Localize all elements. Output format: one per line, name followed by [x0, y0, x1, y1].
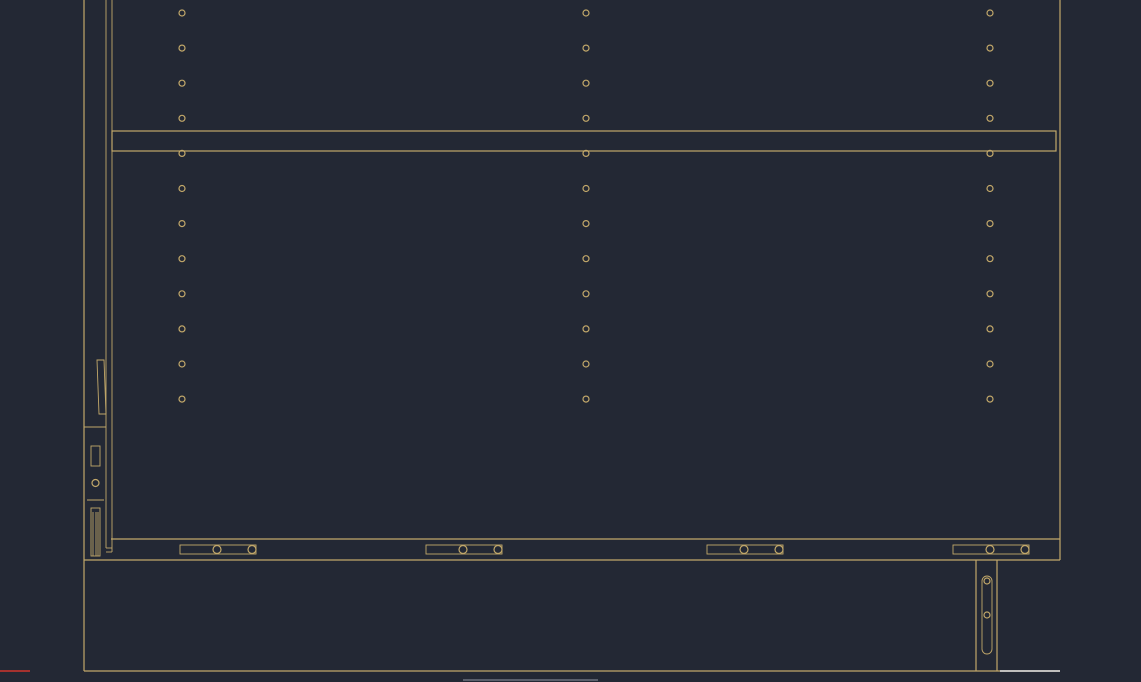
mounting-hole	[582, 395, 590, 403]
hinge-plate	[96, 359, 107, 415]
bracket-slot-end	[247, 544, 257, 555]
bracket-slot-pin	[739, 544, 749, 555]
mounting-hole	[582, 114, 590, 122]
mounting-hole	[178, 255, 186, 263]
geometry-layer	[0, 0, 1061, 681]
mounting-hole	[178, 395, 186, 403]
mounting-hole	[582, 184, 590, 193]
mounting-hole	[986, 360, 994, 368]
mounting-hole	[178, 114, 186, 122]
mounting-hole	[178, 44, 186, 52]
mounting-hole	[178, 184, 186, 193]
bracket-slot-end	[774, 544, 784, 555]
mounting-hole	[582, 220, 590, 228]
mounting-hole	[178, 360, 186, 368]
latch-body	[90, 445, 101, 467]
mounting-hole	[582, 360, 590, 368]
mounting-hole	[582, 290, 590, 298]
bracket-slot-pin	[458, 544, 468, 555]
mounting-hole	[986, 290, 994, 298]
mounting-hole	[986, 255, 994, 263]
bracket-slot	[179, 544, 257, 555]
mounting-hole	[986, 79, 994, 87]
latch-pin	[91, 478, 100, 488]
post-slot-hole-top	[983, 577, 991, 585]
bracket-slot-end	[493, 544, 503, 555]
mounting-hole	[986, 395, 994, 403]
mounting-hole	[582, 255, 590, 263]
mounting-hole	[178, 79, 186, 87]
cad-drawing-viewport[interactable]	[0, 0, 1141, 682]
bracket-slot	[952, 544, 1030, 555]
bracket-slot-end	[1020, 544, 1030, 555]
mounting-hole	[986, 325, 994, 333]
bracket-slot	[425, 544, 503, 555]
mounting-hole	[582, 325, 590, 333]
shelf-bar	[111, 130, 1057, 152]
post-slot-hole-mid	[983, 611, 991, 619]
latch-bolt	[90, 507, 101, 557]
bracket-slot-pin	[212, 544, 222, 555]
mounting-hole	[582, 79, 590, 87]
mounting-hole	[986, 184, 994, 193]
bracket-slot	[706, 544, 784, 555]
mounting-hole	[178, 9, 186, 17]
mounting-hole	[986, 114, 994, 122]
mounting-hole	[986, 220, 994, 228]
mounting-hole	[178, 220, 186, 228]
mounting-hole	[986, 44, 994, 52]
bracket-slot-pin	[985, 544, 995, 555]
mounting-hole	[582, 44, 590, 52]
mounting-hole	[986, 9, 994, 17]
mounting-hole	[582, 9, 590, 17]
mounting-hole	[178, 290, 186, 298]
cad-canvas[interactable]	[0, 0, 1141, 682]
mounting-hole	[178, 325, 186, 333]
